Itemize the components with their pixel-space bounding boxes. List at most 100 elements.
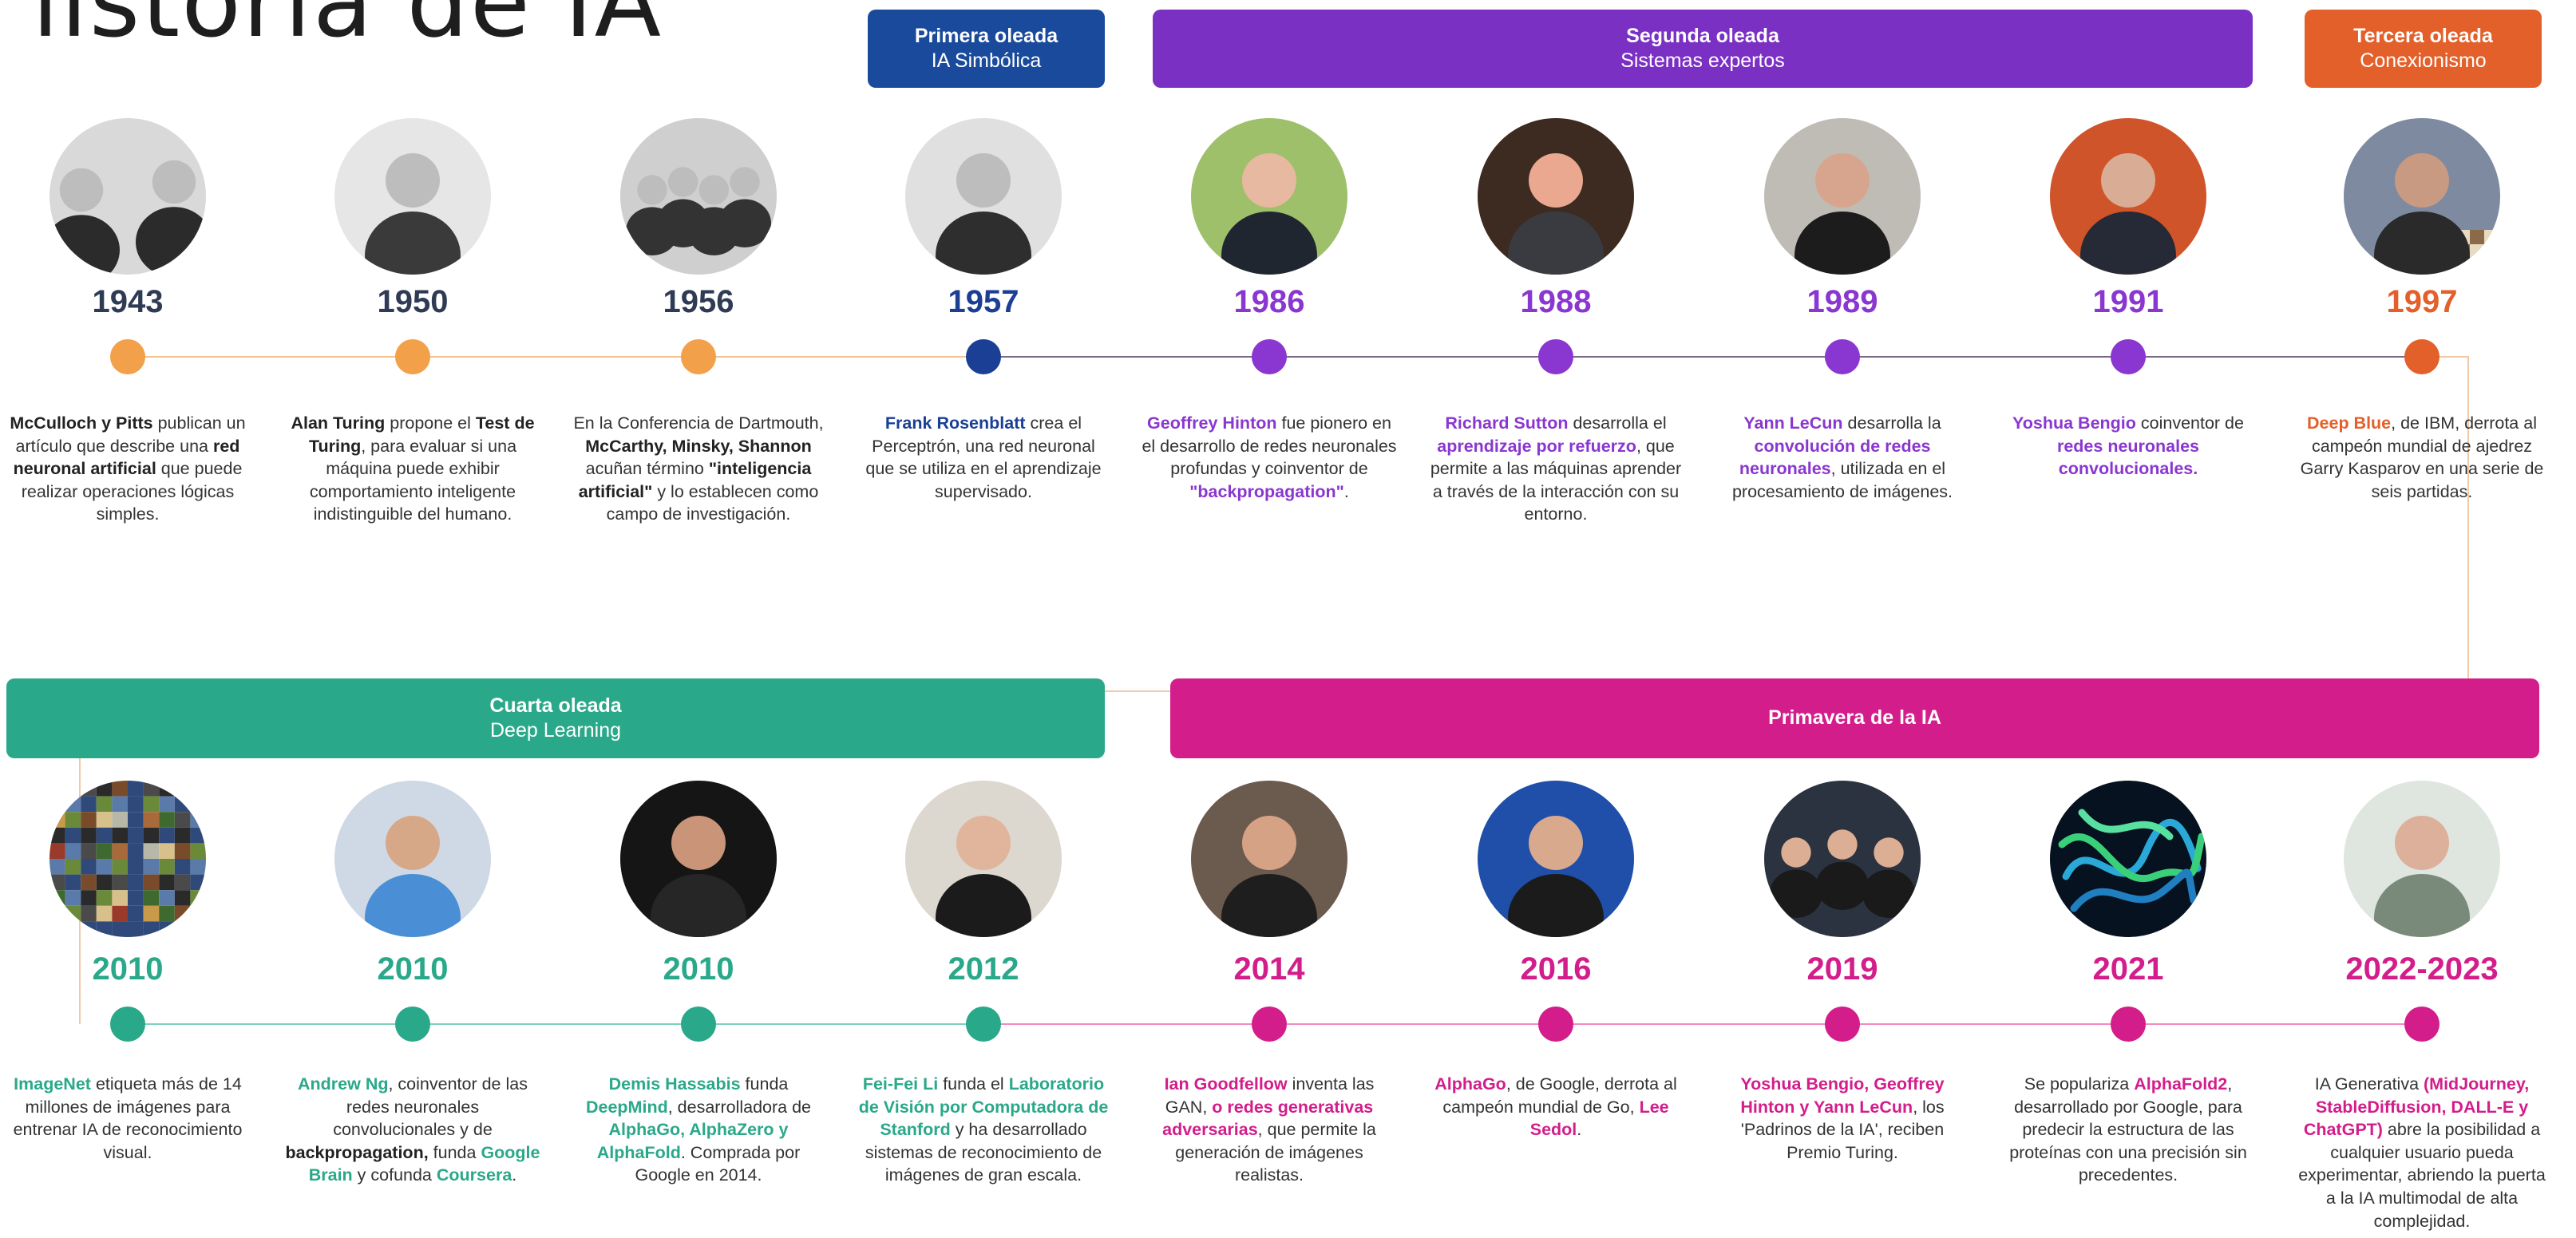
wave-title: Primera oleada <box>914 24 1058 47</box>
event-description: En la Conferencia de Dartmouth, McCarthy… <box>571 412 826 526</box>
body-text: . <box>512 1165 517 1185</box>
event-year: 1988 <box>1520 284 1592 319</box>
ian-goodfellow-photo <box>1191 781 1347 937</box>
richard-sutton-photo <box>1478 118 1634 275</box>
highlight-text: Geoffrey Hinton <box>1147 413 1277 433</box>
turing-award-photo <box>1764 781 1921 937</box>
event-year: 1986 <box>1233 284 1305 319</box>
highlight-text: Deep Blue <box>2307 413 2392 433</box>
highlight-text: aprendizaje por refuerzo <box>1437 436 1636 456</box>
mcculloch-pitts-photo <box>49 118 206 275</box>
event-description: ImageNet etiqueta más de 14 millones de … <box>0 1073 255 1164</box>
event-year: 2012 <box>948 951 1019 987</box>
timeline-dot <box>1825 339 1860 374</box>
highlight-text: Ian Goodfellow <box>1164 1074 1288 1094</box>
page-title: listoria de IA <box>32 0 663 59</box>
event-description: Se populariza AlphaFold2, desarrollado p… <box>2000 1073 2256 1187</box>
sam-altman-photo <box>2344 781 2500 937</box>
imagenet-mosaic-photo <box>49 781 206 937</box>
wave-banner-third: Tercera oleada Conexionismo <box>2305 10 2542 88</box>
event-year: 2010 <box>92 951 164 987</box>
timeline-dot <box>2404 1007 2439 1042</box>
highlight-text: "backpropagation" <box>1189 481 1344 501</box>
highlight-text: AlphaFold2 <box>2134 1074 2228 1094</box>
highlight-text: Andrew Ng <box>298 1074 389 1094</box>
wave-subtitle: Deep Learning <box>489 719 621 742</box>
event-description: IA Generativa (MidJourney, StableDiffusi… <box>2294 1073 2550 1232</box>
highlight-text: AlphaGo <box>1434 1074 1506 1094</box>
wave-subtitle: Conexionismo <box>2360 49 2487 72</box>
yann-lecun-photo <box>1764 118 1921 275</box>
highlight-text: Fei-Fei Li <box>862 1074 939 1094</box>
body-text: , desarrolladora de <box>667 1097 811 1117</box>
timeline-dot <box>395 1007 430 1042</box>
body-text: desarrolla la <box>1842 413 1941 433</box>
event-year: 2021 <box>2092 951 2164 987</box>
event-year: 1991 <box>2092 284 2164 319</box>
event-description: Andrew Ng, coinventor de las redes neuro… <box>285 1073 540 1187</box>
highlight-text: Frank Rosenblatt <box>884 413 1026 433</box>
timeline-dot <box>681 1007 716 1042</box>
body-text: En la Conferencia de Dartmouth, <box>573 413 824 433</box>
body-text: . <box>1343 481 1349 501</box>
timeline-dot <box>1252 1007 1287 1042</box>
wave-banner-fourth: Cuarta oleada Deep Learning <box>6 678 1105 758</box>
event-description: Deep Blue, de IBM, derrota al campeón mu… <box>2294 412 2550 503</box>
wave-banner-first: Primera oleada IA Simbólica <box>868 10 1105 88</box>
alphafold-protein-photo <box>2050 781 2206 937</box>
body-text: Se populariza <box>2024 1074 2135 1094</box>
wave-title: Segunda oleada <box>1626 24 1779 47</box>
timeline-dot <box>966 1007 1001 1042</box>
highlight-text: Coursera <box>436 1165 512 1185</box>
event-year: 2010 <box>377 951 449 987</box>
timeline-dot <box>1825 1007 1860 1042</box>
highlight-text: Richard Sutton <box>1445 413 1569 433</box>
event-year: 1997 <box>2386 284 2458 319</box>
wave-banner-second: Segunda oleada Sistemas expertos <box>1153 10 2253 88</box>
wave-title: Tercera oleada <box>2353 24 2493 47</box>
geoffrey-hinton-photo <box>1191 118 1347 275</box>
body-text: . <box>1577 1120 1582 1140</box>
highlight-text: ImageNet <box>14 1074 91 1094</box>
timeline-dot <box>2111 1007 2146 1042</box>
body-text: y cofunda <box>352 1165 437 1185</box>
event-year: 2019 <box>1806 951 1878 987</box>
highlight-text: Yoshua Bengio <box>2012 413 2136 433</box>
body-text: IA Generativa <box>2314 1074 2424 1094</box>
timeline-dot <box>681 339 716 374</box>
alan-turing-photo <box>334 118 491 275</box>
wave-banner-spring: Primavera de la IA <box>1170 678 2539 758</box>
event-description: Frank Rosenblatt crea el Perceptrón, una… <box>856 412 1111 503</box>
highlight-text: Yann LeCun <box>1743 413 1843 433</box>
wave-title: Primavera de la IA <box>1768 706 1941 730</box>
event-description: Yoshua Bengio, Geoffrey Hinton y Yann Le… <box>1715 1073 1970 1164</box>
deep-blue-chess-photo <box>2344 118 2500 275</box>
highlight-text: redes neuronales convolucionales. <box>2056 436 2200 479</box>
body-text: propone el <box>385 413 476 433</box>
event-description: Yann LeCun desarrolla la convolución de … <box>1715 412 1970 503</box>
event-description: Fei-Fei Li funda el Laboratorio de Visió… <box>856 1073 1111 1187</box>
dartmouth-conference-photo <box>620 118 777 275</box>
event-year: 1943 <box>92 284 164 319</box>
body-text: desarrolla el <box>1568 413 1667 433</box>
timeline-dot <box>966 339 1001 374</box>
event-year: 1957 <box>948 284 1019 319</box>
yoshua-bengio-photo <box>2050 118 2206 275</box>
event-description: Richard Sutton desarrolla el aprendizaje… <box>1428 412 1684 526</box>
body-text: funda <box>428 1142 481 1162</box>
body-text: funda <box>740 1074 789 1094</box>
event-year: 2022-2023 <box>2345 951 2499 987</box>
event-year: 2010 <box>663 951 734 987</box>
timeline-dot <box>110 339 145 374</box>
highlight-text: McCarthy, Minsky, Shannon <box>585 436 812 456</box>
event-description: Demis Hassabis funda DeepMind, desarroll… <box>571 1073 826 1187</box>
event-description: McCulloch y Pitts publican un artículo q… <box>0 412 255 526</box>
wave-subtitle: IA Simbólica <box>931 49 1042 72</box>
event-description: Alan Turing propone el Test de Turing, p… <box>285 412 540 526</box>
timeline-dot <box>110 1007 145 1042</box>
highlight-text: Alan Turing <box>291 413 386 433</box>
wave-title: Cuarta oleada <box>489 694 622 717</box>
timeline-dot <box>2404 339 2439 374</box>
andrew-ng-photo <box>334 781 491 937</box>
timeline-dot <box>1538 339 1573 374</box>
